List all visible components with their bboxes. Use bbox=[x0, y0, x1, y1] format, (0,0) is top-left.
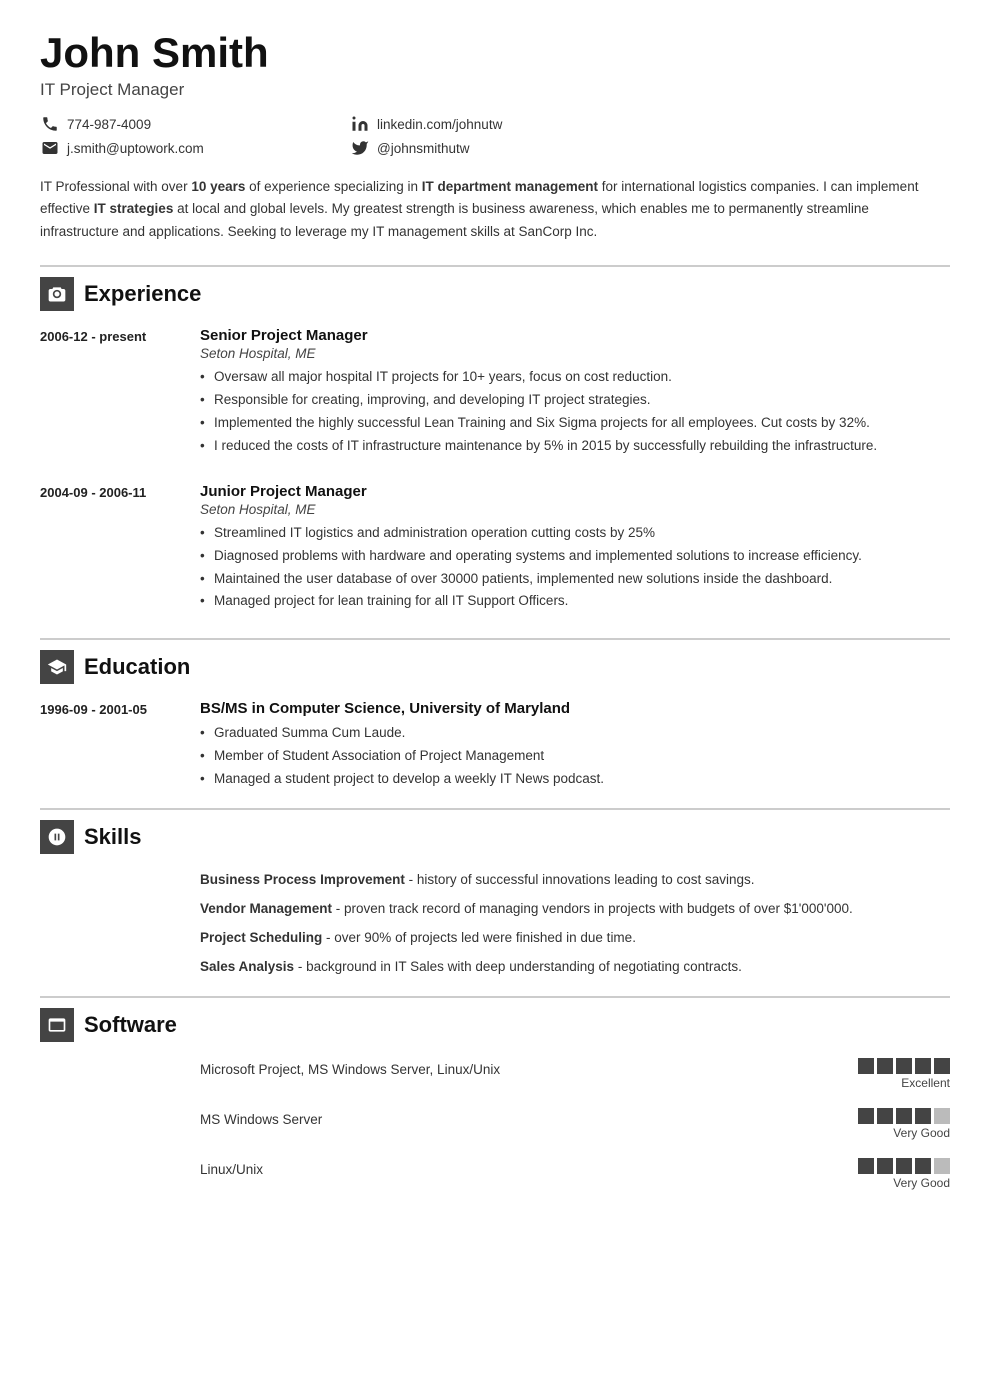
bullet: Responsible for creating, improving, and… bbox=[200, 390, 950, 411]
resume-header: John Smith IT Project Manager 774-987-40… bbox=[40, 30, 950, 158]
skill-item-3: Project Scheduling - over 90% of project… bbox=[200, 928, 950, 949]
dot bbox=[877, 1158, 893, 1174]
education-section: Education 1996-09 - 2001-05 BS/MS in Com… bbox=[40, 638, 950, 792]
twitter-text: @johnsmithutw bbox=[377, 141, 470, 156]
rating-dots-3 bbox=[858, 1158, 950, 1174]
software-item-1: Microsoft Project, MS Windows Server, Li… bbox=[40, 1058, 950, 1090]
exp-company-2: Seton Hospital, ME bbox=[200, 502, 950, 517]
software-header: Software bbox=[40, 996, 950, 1042]
rating-label-2: Very Good bbox=[893, 1126, 950, 1140]
experience-header: Experience bbox=[40, 265, 950, 311]
exp-bullets-1: Oversaw all major hospital IT projects f… bbox=[200, 367, 950, 457]
education-icon bbox=[40, 650, 74, 684]
dot bbox=[915, 1158, 931, 1174]
contact-info: 774-987-4009 linkedin.com/johnutw j.smit… bbox=[40, 114, 640, 158]
phone-text: 774-987-4009 bbox=[67, 117, 151, 132]
software-item-3: Linux/Unix Very Good bbox=[40, 1158, 950, 1190]
bullet: Oversaw all major hospital IT projects f… bbox=[200, 367, 950, 388]
summary-text: IT Professional with over 10 years of ex… bbox=[40, 176, 950, 243]
dot bbox=[934, 1058, 950, 1074]
bullet: I reduced the costs of IT infrastructure… bbox=[200, 436, 950, 457]
software-item-2: MS Windows Server Very Good bbox=[40, 1108, 950, 1140]
email-text: j.smith@uptowork.com bbox=[67, 141, 204, 156]
exp-job-title-1: Senior Project Manager bbox=[200, 327, 950, 344]
contact-email: j.smith@uptowork.com bbox=[40, 138, 330, 158]
education-title: Education bbox=[84, 654, 190, 680]
exp-job-title-2: Junior Project Manager bbox=[200, 483, 950, 500]
software-rating-1: Excellent bbox=[830, 1058, 950, 1090]
software-rating-3: Very Good bbox=[830, 1158, 950, 1190]
phone-icon bbox=[40, 114, 60, 134]
experience-section: Experience 2006-12 - present Senior Proj… bbox=[40, 265, 950, 614]
dot bbox=[915, 1058, 931, 1074]
dot bbox=[896, 1158, 912, 1174]
dot bbox=[858, 1058, 874, 1074]
dot bbox=[915, 1108, 931, 1124]
skills-list: Business Process Improvement - history o… bbox=[200, 870, 950, 986]
dot-empty bbox=[934, 1108, 950, 1124]
education-header: Education bbox=[40, 638, 950, 684]
experience-item-1: 2006-12 - present Senior Project Manager… bbox=[40, 327, 950, 459]
software-name-2: MS Windows Server bbox=[200, 1108, 830, 1127]
edu-content-1: BS/MS in Computer Science, University of… bbox=[200, 700, 950, 792]
edu-degree-1: BS/MS in Computer Science, University of… bbox=[200, 700, 950, 717]
skills-content-row: Business Process Improvement - history o… bbox=[40, 870, 950, 986]
skills-header: Skills bbox=[40, 808, 950, 854]
bullet: Implemented the highly successful Lean T… bbox=[200, 413, 950, 434]
exp-content-2: Junior Project Manager Seton Hospital, M… bbox=[200, 483, 950, 615]
contact-twitter: @johnsmithutw bbox=[350, 138, 640, 158]
software-title: Software bbox=[84, 1012, 177, 1038]
software-rating-2: Very Good bbox=[830, 1108, 950, 1140]
bullet: Graduated Summa Cum Laude. bbox=[200, 723, 950, 744]
exp-dates-1: 2006-12 - present bbox=[40, 327, 200, 459]
software-name-3: Linux/Unix bbox=[200, 1158, 830, 1177]
linkedin-icon bbox=[350, 114, 370, 134]
dot bbox=[858, 1108, 874, 1124]
bullet: Streamlined IT logistics and administrat… bbox=[200, 523, 950, 544]
skill-item-4: Sales Analysis - background in IT Sales … bbox=[200, 957, 950, 978]
linkedin-text: linkedin.com/johnutw bbox=[377, 117, 502, 132]
experience-item-2: 2004-09 - 2006-11 Junior Project Manager… bbox=[40, 483, 950, 615]
rating-label-1: Excellent bbox=[901, 1076, 950, 1090]
dot bbox=[877, 1058, 893, 1074]
software-icon bbox=[40, 1008, 74, 1042]
skills-section: Skills Business Process Improvement - hi… bbox=[40, 808, 950, 986]
contact-linkedin: linkedin.com/johnutw bbox=[350, 114, 640, 134]
dot bbox=[896, 1058, 912, 1074]
dot bbox=[858, 1158, 874, 1174]
bullet: Maintained the user database of over 300… bbox=[200, 569, 950, 590]
candidate-title: IT Project Manager bbox=[40, 80, 950, 100]
software-section: Software Microsoft Project, MS Windows S… bbox=[40, 996, 950, 1190]
dot-empty bbox=[934, 1158, 950, 1174]
candidate-name: John Smith bbox=[40, 30, 950, 76]
dot bbox=[896, 1108, 912, 1124]
rating-dots-1 bbox=[858, 1058, 950, 1074]
skill-item-1: Business Process Improvement - history o… bbox=[200, 870, 950, 891]
exp-company-1: Seton Hospital, ME bbox=[200, 346, 950, 361]
rating-dots-2 bbox=[858, 1108, 950, 1124]
bullet: Managed project for lean training for al… bbox=[200, 591, 950, 612]
software-name-1: Microsoft Project, MS Windows Server, Li… bbox=[200, 1058, 830, 1077]
dot bbox=[877, 1108, 893, 1124]
exp-dates-2: 2004-09 - 2006-11 bbox=[40, 483, 200, 615]
exp-bullets-2: Streamlined IT logistics and administrat… bbox=[200, 523, 950, 613]
bullet: Managed a student project to develop a w… bbox=[200, 769, 950, 790]
skills-icon bbox=[40, 820, 74, 854]
edu-dates-1: 1996-09 - 2001-05 bbox=[40, 700, 200, 792]
bullet: Member of Student Association of Project… bbox=[200, 746, 950, 767]
twitter-icon bbox=[350, 138, 370, 158]
experience-title: Experience bbox=[84, 281, 201, 307]
edu-bullets-1: Graduated Summa Cum Laude. Member of Stu… bbox=[200, 723, 950, 790]
experience-icon bbox=[40, 277, 74, 311]
skills-title: Skills bbox=[84, 824, 141, 850]
bullet: Diagnosed problems with hardware and ope… bbox=[200, 546, 950, 567]
education-item-1: 1996-09 - 2001-05 BS/MS in Computer Scie… bbox=[40, 700, 950, 792]
contact-phone: 774-987-4009 bbox=[40, 114, 330, 134]
exp-content-1: Senior Project Manager Seton Hospital, M… bbox=[200, 327, 950, 459]
rating-label-3: Very Good bbox=[893, 1176, 950, 1190]
skill-item-2: Vendor Management - proven track record … bbox=[200, 899, 950, 920]
email-icon bbox=[40, 138, 60, 158]
